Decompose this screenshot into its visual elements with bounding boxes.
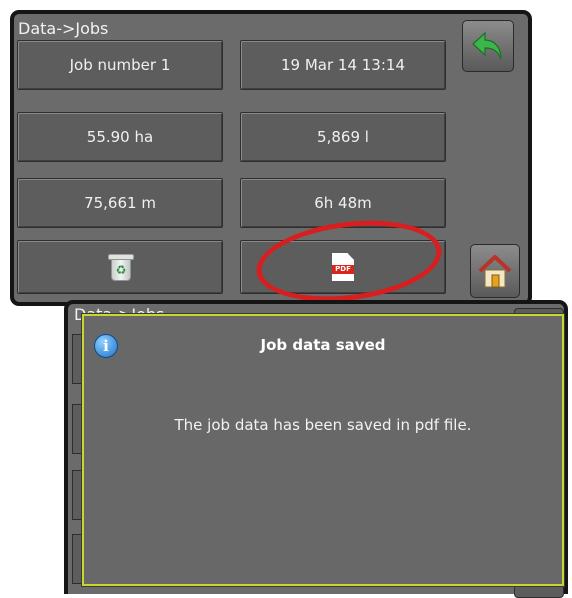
dialog-title: Job data saved [260,336,386,354]
job-volume-field: 5,869 l [240,112,446,162]
underlying-cell [72,404,82,454]
back-button[interactable] [462,20,514,72]
recycle-bin-icon: ♻ [108,254,134,281]
export-pdf-button[interactable]: PDF [240,240,446,294]
page-title: Data->Jobs [18,19,109,38]
underlying-cell [72,334,82,384]
home-button[interactable] [470,244,520,298]
job-area-field: 55.90 ha [17,112,223,162]
job-name-field[interactable]: Job number 1 [17,40,223,90]
home-icon [478,255,512,288]
dialog-message: The job data has been saved in pdf file. [174,416,472,434]
underlying-home-button [514,584,564,598]
pdf-icon: PDF [332,253,354,281]
back-arrow-icon [472,31,502,60]
job-distance-field: 75,661 m [17,178,223,228]
delete-job-button[interactable]: ♻ [17,240,223,294]
saved-dialog-screen: Data->Jobs i Job data saved The job data… [64,300,568,598]
job-date-field: 19 Mar 14 13:14 [240,40,446,90]
pdf-badge: PDF [332,265,354,274]
job-duration-field: 6h 48m [240,178,446,228]
job-saved-dialog[interactable]: i Job data saved The job data has been s… [82,314,564,586]
underlying-cell [72,534,82,584]
jobs-screen: Data->Jobs Job number 1 19 Mar 14 13:14 … [10,10,532,312]
underlying-cell [72,470,82,520]
